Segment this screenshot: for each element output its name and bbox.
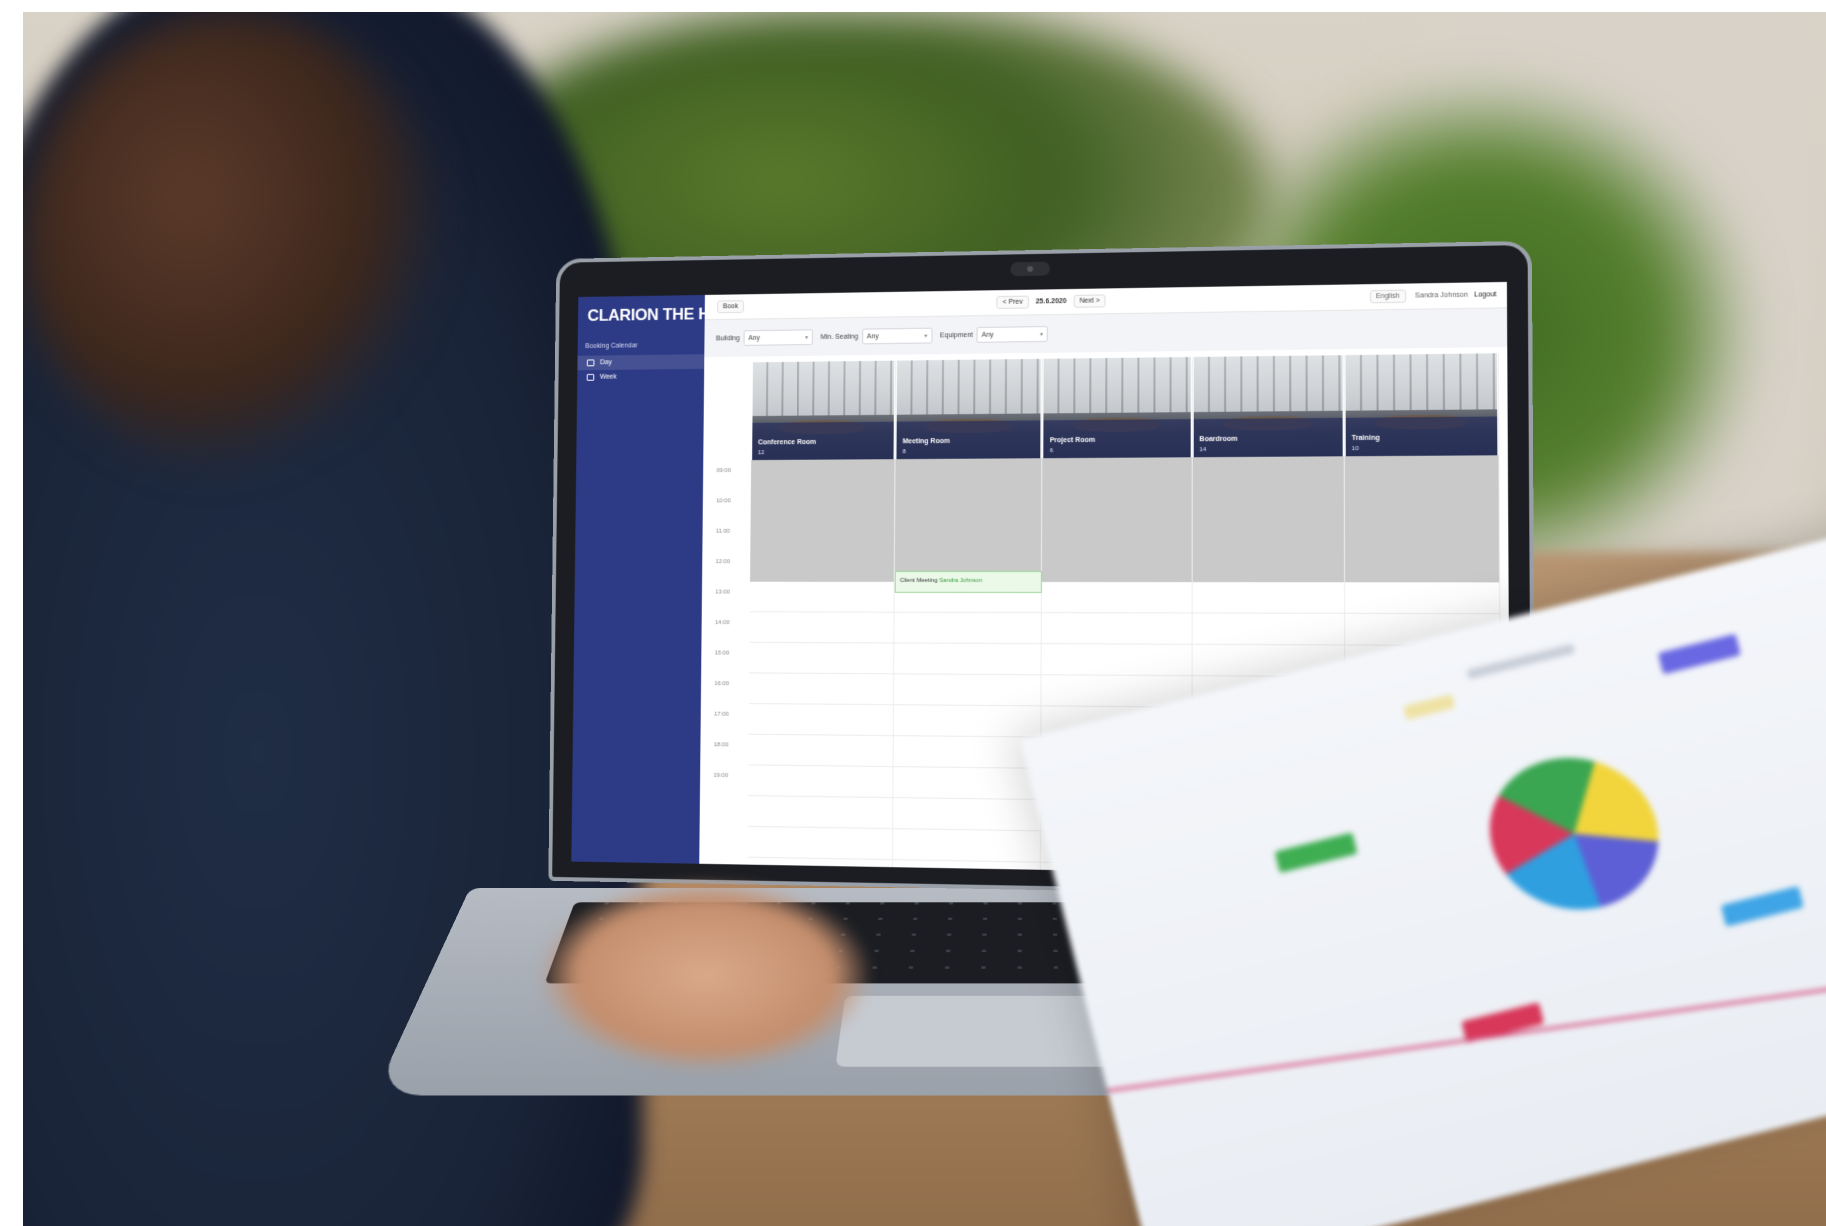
- filter-min-seating: Min. Seating Any ▾: [820, 328, 932, 345]
- unavailable-block: [1345, 455, 1500, 582]
- room-card[interactable]: Boardroom 14: [1193, 355, 1342, 457]
- room-capacity: 6: [1050, 448, 1053, 454]
- room-card[interactable]: Conference Room 12: [752, 361, 894, 460]
- select-value: Any: [982, 331, 994, 338]
- legend-tag-green: [1275, 832, 1358, 873]
- sidebar-item-label: Week: [600, 374, 617, 381]
- room-capacity: 8: [903, 449, 906, 455]
- room-photo-window: [897, 359, 1041, 415]
- room-photo-window: [1345, 353, 1497, 410]
- select-value: Any: [867, 333, 879, 340]
- filter-equipment: Equipment Any ▾: [940, 326, 1048, 343]
- legend-tag-yellow: [1403, 694, 1455, 720]
- language-select[interactable]: English: [1370, 290, 1406, 304]
- unavailable-block: [895, 458, 1042, 582]
- time-label: 14:00: [709, 620, 750, 651]
- filter-label: Building: [716, 335, 740, 342]
- time-column: 09:00 10:00 11:00 12:00 13:00 14:00 15:0…: [707, 362, 752, 864]
- sidebar-section-label: Booking Calendar: [578, 334, 705, 356]
- building-select[interactable]: Any ▾: [743, 329, 812, 346]
- unavailable-block: [1042, 457, 1191, 582]
- chevron-down-icon: ▾: [924, 332, 927, 339]
- legend-tag-blue: [1721, 886, 1804, 927]
- calendar-week-icon: [587, 374, 595, 381]
- filter-building: Building Any ▾: [716, 329, 813, 346]
- room-name: Project Room: [1050, 437, 1095, 444]
- unavailable-block: [1192, 456, 1344, 582]
- time-label: 15:00: [709, 651, 750, 682]
- room-photo-window: [753, 361, 895, 416]
- user-name: Sandra Johnson: [1415, 292, 1468, 300]
- legend-tag-purple: [1658, 634, 1741, 675]
- booking-event[interactable]: Client Meeting Sandra Johnson: [895, 571, 1042, 593]
- filter-label: Equipment: [940, 332, 973, 339]
- select-value: Any: [748, 334, 760, 341]
- room-column: Conference Room 12: [747, 361, 896, 868]
- sidebar: CLARION THE HUB Booking Calendar Day Wee…: [571, 295, 705, 864]
- current-date[interactable]: 25.6.2020: [1036, 298, 1067, 305]
- sidebar-item-day[interactable]: Day: [577, 354, 704, 370]
- chevron-down-icon: ▾: [1040, 331, 1043, 338]
- room-capacity: 10: [1352, 446, 1359, 452]
- time-label: 18:00: [708, 742, 749, 773]
- brand-logo[interactable]: CLARION THE HUB: [578, 295, 705, 336]
- time-label: 19:00: [708, 773, 749, 804]
- chevron-down-icon: ▾: [805, 334, 808, 341]
- prev-day-button[interactable]: < Prev: [997, 296, 1029, 309]
- time-label: 16:00: [708, 681, 749, 712]
- room-capacity: 12: [758, 450, 764, 456]
- room-card[interactable]: Meeting Room 8: [897, 359, 1041, 459]
- book-button[interactable]: Book: [717, 300, 744, 313]
- user-area: English Sandra Johnson Logout: [1367, 288, 1497, 303]
- time-label: 12:00: [710, 559, 751, 589]
- room-card[interactable]: Training 10: [1345, 353, 1497, 456]
- person-hair: [23, 12, 443, 472]
- sidebar-item-label: Day: [600, 359, 612, 366]
- logout-link[interactable]: Logout: [1474, 291, 1496, 298]
- room-photo-window: [1193, 355, 1342, 412]
- next-day-button[interactable]: Next >: [1073, 294, 1105, 307]
- time-label: 09:00: [711, 468, 752, 499]
- sidebar-item-week[interactable]: Week: [577, 369, 704, 385]
- time-label: 13:00: [709, 590, 750, 621]
- room-photo-window: [1044, 357, 1190, 413]
- filter-label: Min. Seating: [820, 333, 858, 340]
- min-seating-select[interactable]: Any ▾: [862, 328, 932, 345]
- webcam-icon: [1010, 262, 1050, 277]
- room-time-slots[interactable]: [747, 459, 894, 867]
- equipment-select[interactable]: Any ▾: [977, 326, 1048, 343]
- room-capacity: 14: [1199, 447, 1206, 453]
- report-title-bar: [1466, 643, 1575, 679]
- time-label: 11:00: [710, 529, 751, 559]
- room-name: Boardroom: [1199, 436, 1237, 443]
- room-card[interactable]: Project Room 6: [1044, 357, 1191, 458]
- room-name: Training: [1352, 435, 1380, 442]
- unavailable-block: [750, 459, 895, 582]
- booking-title: Client Meeting: [900, 578, 938, 584]
- time-label: 17:00: [708, 712, 749, 743]
- time-label: 10:00: [710, 498, 751, 529]
- room-name: Conference Room: [758, 439, 816, 446]
- pie-chart-graphic: [1472, 738, 1677, 929]
- person-hand: [540, 880, 870, 1070]
- room-column: Meeting Room 8: [893, 359, 1043, 870]
- booking-subtitle: Sandra Johnson: [939, 578, 982, 584]
- date-navigation: < Prev 25.6.2020 Next >: [994, 294, 1109, 309]
- room-time-slots[interactable]: [893, 458, 1042, 870]
- room-name: Meeting Room: [903, 438, 950, 445]
- calendar-day-icon: [587, 359, 595, 366]
